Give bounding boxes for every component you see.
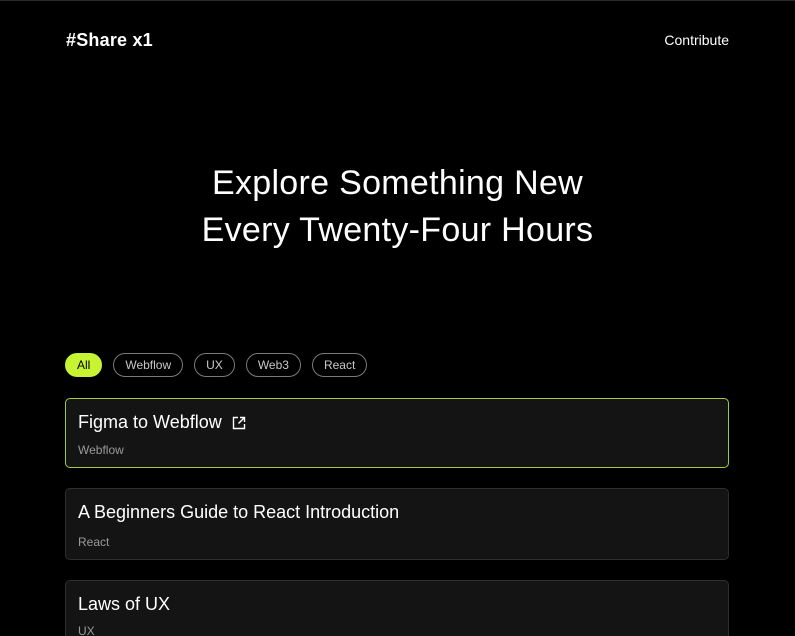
card-title: A Beginners Guide to React Introduction: [78, 502, 400, 522]
contribute-link[interactable]: Contribute: [664, 32, 729, 48]
resource-card[interactable]: A Beginners Guide to React Introduction …: [65, 488, 729, 560]
external-link-icon[interactable]: [232, 416, 246, 430]
filter-chip-webflow[interactable]: Webflow: [113, 353, 184, 377]
resource-card[interactable]: Figma to Webflow Webflow: [65, 398, 729, 468]
card-tag: React: [78, 535, 110, 549]
hero-line-2: Every Twenty-Four Hours: [201, 211, 594, 249]
filter-chip-react[interactable]: React: [311, 353, 368, 377]
top-divider: [0, 0, 795, 1]
card-tag: UX: [78, 624, 95, 636]
logo[interactable]: #Share x1: [66, 30, 153, 51]
filter-chip-web3[interactable]: Web3: [245, 353, 301, 377]
filter-chips: All Webflow UX Web3 React: [65, 353, 368, 377]
filter-chip-ux[interactable]: UX: [194, 353, 235, 377]
page: #Share x1 Contribute Explore Something N…: [0, 0, 795, 636]
card-tag: Webflow: [78, 443, 124, 457]
hero-heading: Explore Something New Every Twenty-Four …: [0, 160, 795, 254]
card-title: Figma to Webflow: [78, 412, 222, 432]
filter-chip-all[interactable]: All: [65, 353, 103, 377]
card-title-row: Figma to Webflow: [78, 412, 246, 433]
card-title: Laws of UX: [78, 594, 171, 614]
resource-card[interactable]: Laws of UX UX: [65, 580, 729, 636]
hero-line-1: Explore Something New: [211, 164, 584, 202]
